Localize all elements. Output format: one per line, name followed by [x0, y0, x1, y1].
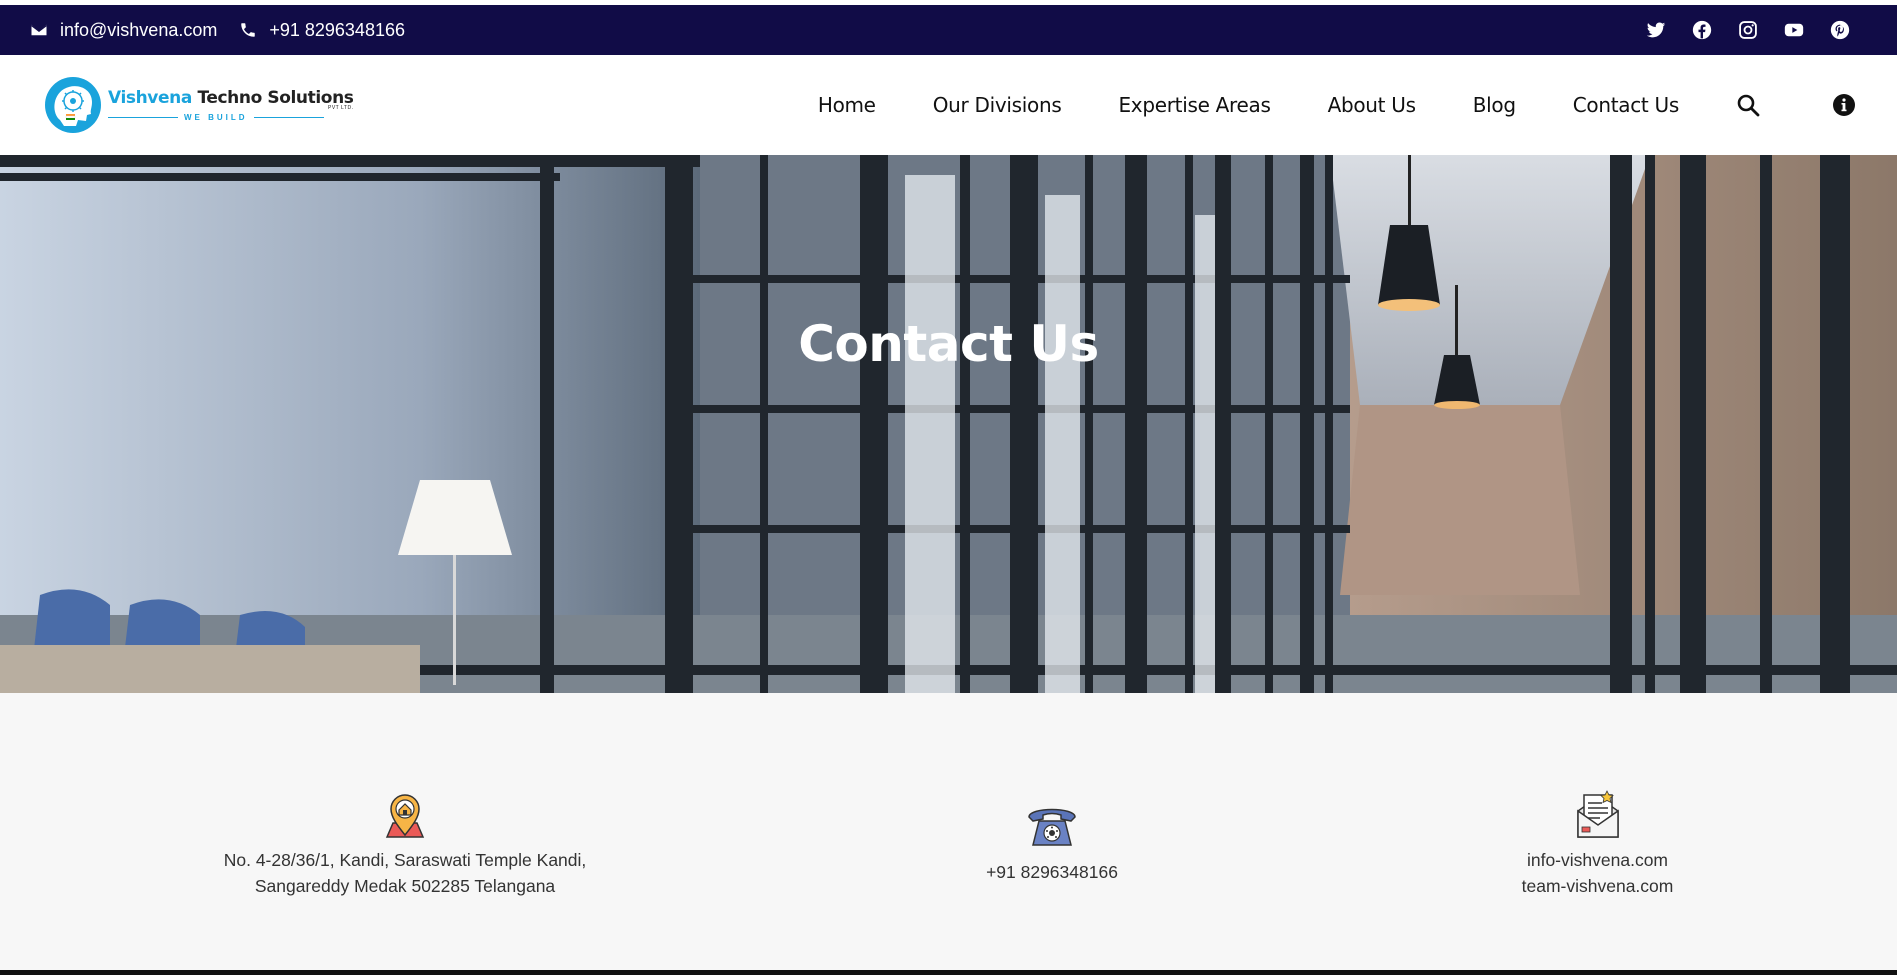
- nav-blog[interactable]: Blog: [1473, 93, 1516, 117]
- logo-tagline: WE BUILD: [184, 113, 248, 122]
- instagram-icon[interactable]: [1737, 19, 1759, 41]
- phone-number[interactable]: +91 8296348166: [852, 859, 1252, 885]
- location-pin-icon: [385, 794, 425, 838]
- logo-rule-left: [108, 117, 178, 118]
- nav-our-divisions[interactable]: Our Divisions: [933, 93, 1062, 117]
- contact-info-section: No. 4-28/36/1, Kandi, Saraswati Temple K…: [0, 693, 1897, 970]
- office-background-image: [0, 155, 1897, 693]
- nav-about-us[interactable]: About Us: [1328, 93, 1416, 117]
- page-title: Contact Us: [798, 315, 1099, 373]
- main-nav: Home Our Divisions Expertise Areas About…: [761, 92, 1857, 118]
- youtube-icon[interactable]: [1783, 19, 1805, 41]
- bottom-border: [0, 970, 1897, 975]
- hero-banner: Contact Us: [0, 155, 1897, 693]
- top-phone[interactable]: +91 8296348166: [239, 20, 405, 41]
- address-line-1: No. 4-28/36/1, Kandi, Saraswati Temple K…: [223, 850, 587, 870]
- top-bar: info@vishvena.com +91 8296348166: [0, 5, 1897, 55]
- phone-icon: [241, 23, 256, 37]
- top-phone-text[interactable]: +91 8296348166: [269, 20, 405, 41]
- logo-name: Vishvena Techno Solutions: [108, 88, 354, 108]
- top-email[interactable]: info@vishvena.com: [30, 20, 217, 41]
- site-logo[interactable]: Vishvena Techno Solutions PVT LTD. WE BU…: [42, 74, 354, 136]
- address-line-2: Sangareddy Medak 502285 Telangana: [254, 876, 556, 896]
- logo-subline: PVT LTD. WE BUILD: [108, 105, 354, 122]
- facebook-icon[interactable]: [1691, 19, 1713, 41]
- site-header: Vishvena Techno Solutions PVT LTD. WE BU…: [0, 55, 1897, 155]
- phone-block: +91 8296348166: [852, 803, 1252, 885]
- top-bar-contacts: info@vishvena.com +91 8296348166: [30, 20, 405, 41]
- twitter-icon[interactable]: [1645, 19, 1667, 41]
- pinterest-icon[interactable]: [1829, 19, 1851, 41]
- email-letter-icon: [1576, 790, 1619, 838]
- nav-contact-us[interactable]: Contact Us: [1573, 93, 1680, 117]
- email-block: info-vishvena.com team-vishvena.com: [1400, 789, 1795, 899]
- top-email-text[interactable]: info@vishvena.com: [60, 20, 217, 41]
- logo-wordmark: Vishvena Techno Solutions PVT LTD. WE BU…: [108, 88, 354, 122]
- envelope-icon: [31, 24, 47, 36]
- telephone-icon: [1028, 808, 1076, 846]
- nav-expertise-areas[interactable]: Expertise Areas: [1118, 93, 1270, 117]
- search-icon[interactable]: [1735, 92, 1761, 118]
- logo-head-icon: [45, 77, 101, 133]
- address-block: No. 4-28/36/1, Kandi, Saraswati Temple K…: [200, 789, 610, 899]
- email-line-2[interactable]: team-vishvena.com: [1400, 873, 1795, 899]
- logo-suffix: PVT LTD.: [328, 105, 354, 111]
- email-line-1[interactable]: info-vishvena.com: [1400, 847, 1795, 873]
- logo-rule-right: [253, 117, 324, 118]
- nav-home[interactable]: Home: [818, 93, 876, 117]
- social-links: [1645, 19, 1867, 41]
- info-icon[interactable]: [1831, 92, 1857, 118]
- logo-name-part1: Vishvena: [108, 88, 192, 108]
